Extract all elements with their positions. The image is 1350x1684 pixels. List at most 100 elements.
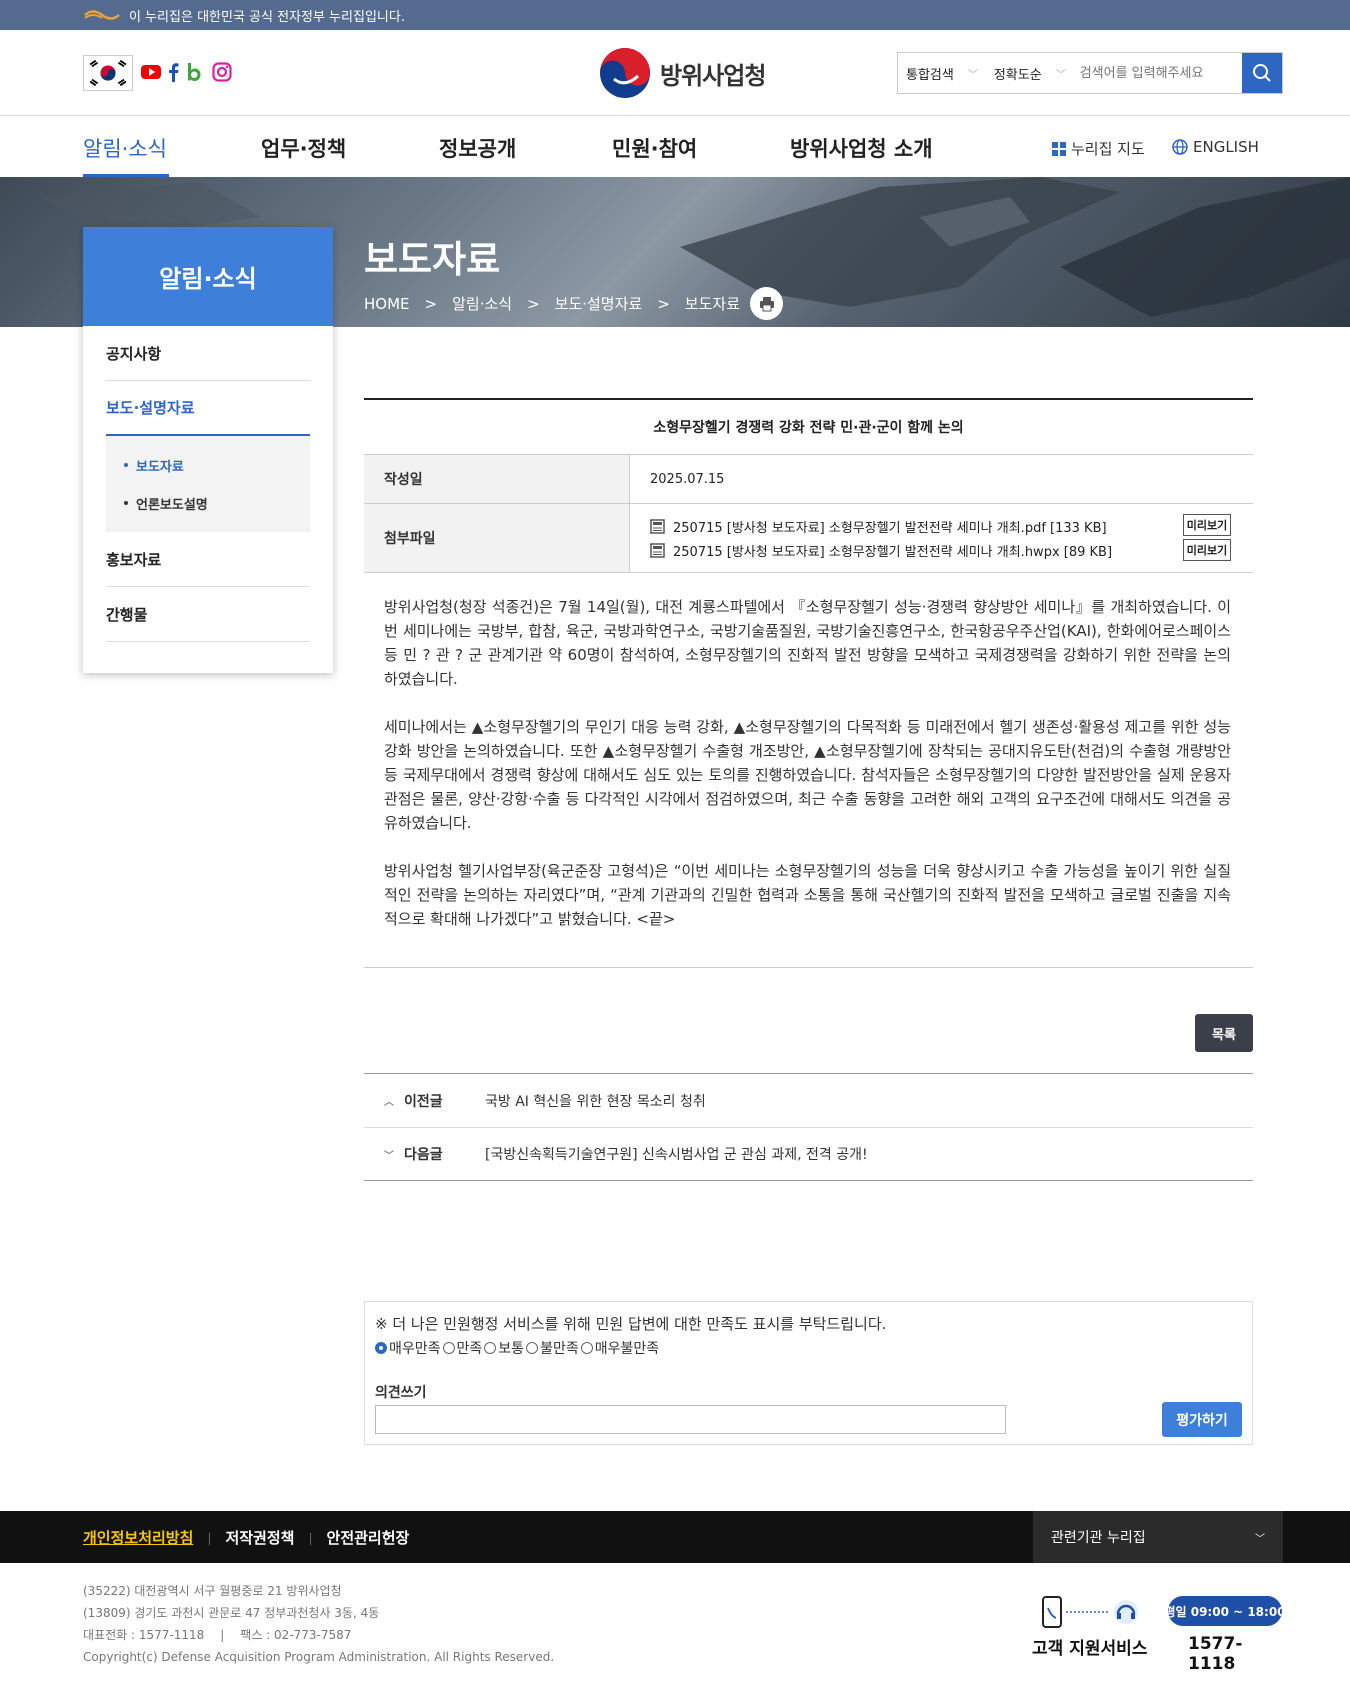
radio-very-dissatisfied[interactable]	[580, 1342, 593, 1354]
gnb-item-about[interactable]: 방위사업청 소개	[790, 133, 933, 163]
main-tel: 대표전화 : 1577-1118	[83, 1628, 205, 1642]
radio-neutral[interactable]	[484, 1342, 497, 1354]
prev-next-navigation: ︿ 이전글 국방 AI 혁신을 위한 현장 목소리 청취 ﹀ 다음글 [국방신속획득…	[364, 1073, 1253, 1181]
attach-list: 250715 [방사청 보도자료] 소형무장헬기 발전전략 세미나 개최.pdf…	[630, 504, 1253, 572]
search-icon	[1253, 64, 1271, 82]
print-icon	[759, 296, 774, 311]
article-body: 방위사업청(청장 석종건)은 7월 14일(월), 대전 계룡스파텔에서 『소형…	[364, 573, 1253, 968]
gnb-item-news[interactable]: 알림·소식	[83, 133, 167, 163]
lnb-sub-item-press-release[interactable]: 보도자료	[124, 446, 310, 484]
address-gwacheon: (13809) 경기도 과천시 관문로 47 정부과천청사 3동, 4동	[83, 1606, 380, 1620]
preview-button-pdf[interactable]: 미리보기	[1183, 514, 1231, 536]
prev-post-title[interactable]: 국방 AI 혁신을 위한 현장 목소리 청취	[485, 1091, 706, 1111]
opinion-label: 의견쓰기	[375, 1385, 427, 1401]
chevron-down-icon: ﹀	[1255, 1533, 1265, 1545]
safety-charter-link[interactable]: 안전관리헌장	[327, 1527, 410, 1548]
support-phone-icon	[1042, 1596, 1138, 1628]
copyright-policy-link[interactable]: 저작권정책	[225, 1527, 294, 1548]
main-navigation: 알림·소식 업무·정책 정보공개 민원·참여 방위사업청 소개 누리집 지도 E…	[0, 116, 1350, 177]
footer-bar: 개인정보처리방침 | 저작권정책 | 안전관리헌장 관련기관 누리집 ﹀	[0, 1511, 1350, 1563]
taegukgi-flag-icon[interactable]	[83, 55, 133, 91]
chevron-down-icon: ﹀	[967, 69, 978, 81]
radio-dissatisfied[interactable]	[526, 1342, 539, 1354]
gnb-item-civil[interactable]: 민원·참여	[612, 133, 697, 163]
gnb-item-policy[interactable]: 업무·정책	[261, 133, 346, 163]
business-hours-badge: 평일 09:00 ~ 18:00	[1164, 1596, 1286, 1626]
breadcrumb: HOME > 알림·소식 > 보도·설명자료 > 보도자료	[364, 287, 783, 320]
next-post-title[interactable]: [국방신속획득기술연구원] 신속시범사업 군 관심 과제, 전격 공개!	[485, 1144, 868, 1164]
lnb-item-publication[interactable]: 간행물	[106, 587, 310, 642]
chevron-down-icon: ﹀	[384, 1150, 394, 1162]
file-icon	[650, 542, 665, 558]
logo-text: 방위사업청	[660, 61, 766, 90]
fax: 팩스 : 02-773-7587	[240, 1628, 352, 1642]
attach-label: 첨부파일	[364, 504, 630, 572]
radio-satisfied[interactable]	[442, 1342, 455, 1354]
site-header: 방위사업청 통합검색 ﹀ 정확도순 ﹀	[0, 30, 1350, 116]
survey-options: 매우만족 만족 보통 불만족 매우불만족	[375, 1338, 1242, 1358]
instagram-icon[interactable]	[212, 62, 232, 82]
gov-banner: 이 누리집은 대한민국 공식 전자정부 누리집입니다.	[0, 0, 1350, 30]
bullet-icon	[124, 501, 128, 505]
satisfaction-survey: ※ 더 나은 민원행정 서비스를 위해 민원 답변에 대한 만족도 표시를 부탁…	[364, 1301, 1253, 1445]
address-daejeon: (35222) 대전광역시 서구 월평중로 21 방위사업청	[83, 1584, 342, 1598]
lnb-item-notice[interactable]: 공지사항	[106, 326, 310, 381]
sitemap-link[interactable]: 누리집 지도	[1052, 138, 1145, 159]
attach-file-pdf[interactable]: 250715 [방사청 보도자료] 소형무장헬기 발전전략 세미나 개최.pdf…	[650, 514, 1107, 538]
article-view: 소형무장헬기 경쟁력 강화 전략 민·관·군이 함께 논의 작성일 2025.0…	[364, 398, 1253, 1085]
breadcrumb-home[interactable]: HOME	[364, 295, 410, 313]
file-icon	[650, 518, 665, 534]
opinion-input[interactable]	[375, 1405, 1006, 1434]
dapa-emblem-icon	[600, 48, 650, 98]
article-attach-row: 첨부파일 250715 [방사청 보도자료] 소형무장헬기 발전전략 세미나 개…	[364, 504, 1253, 573]
gnb-item-disclosure[interactable]: 정보공개	[439, 133, 516, 163]
customer-support-label: 고객 지원서비스	[1032, 1639, 1148, 1659]
article-date-row: 작성일 2025.07.15	[364, 455, 1253, 504]
privacy-policy-link[interactable]: 개인정보처리방침	[83, 1527, 193, 1548]
footer-info: (35222) 대전광역시 서구 월평중로 21 방위사업청 (13809) 경…	[83, 1580, 554, 1668]
lnb-submenu: 보도자료 언론보도설명	[106, 436, 310, 532]
search-input[interactable]	[1073, 65, 1242, 81]
radio-very-satisfied[interactable]	[375, 1342, 387, 1354]
breadcrumb-news[interactable]: 알림·소식	[452, 293, 512, 314]
search-bar: 통합검색 ﹀ 정확도순 ﹀	[897, 52, 1283, 94]
search-scope-select[interactable]: 통합검색 ﹀	[898, 64, 986, 83]
prev-post[interactable]: ︿ 이전글 국방 AI 혁신을 위한 현장 목소리 청취	[364, 1074, 1253, 1127]
attach-file-hwpx[interactable]: 250715 [방사청 보도자료] 소형무장헬기 발전전략 세미나 개최.hwp…	[650, 538, 1112, 562]
breadcrumb-current[interactable]: 보도자료	[685, 293, 740, 314]
search-order-select[interactable]: 정확도순 ﹀	[986, 64, 1074, 83]
article-paragraph: 방위사업청(청장 석종건)은 7월 14일(월), 대전 계룡스파텔에서 『소형…	[384, 598, 1231, 688]
gov-banner-text: 이 누리집은 대한민국 공식 전자정부 누리집입니다.	[129, 9, 405, 25]
youtube-icon[interactable]	[141, 62, 161, 82]
article-paragraph: 세미나에서는 ▲소형무장헬기의 무인기 대응 능력 강화, ▲소형무장헬기의 다…	[384, 718, 1231, 832]
facebook-icon[interactable]	[166, 62, 180, 82]
egov-emblem-icon	[84, 10, 120, 20]
page-title: 보도자료	[364, 238, 501, 281]
article-paragraph: 방위사업청 헬기사업부장(육군준장 고형석)은 “이번 세미나는 소형무장헬기의…	[384, 862, 1231, 928]
english-link[interactable]: ENGLISH	[1172, 138, 1259, 156]
next-post[interactable]: ﹀ 다음글 [국방신속획득기술연구원] 신속시범사업 군 관심 과제, 전격 공개…	[364, 1127, 1253, 1180]
lnb-item-promotion[interactable]: 홍보자료	[106, 532, 310, 587]
preview-button-hwpx[interactable]: 미리보기	[1183, 539, 1231, 561]
footer-links: 개인정보처리방침 | 저작권정책 | 안전관리헌장	[83, 1527, 410, 1548]
lnb-sub-item-media-explanation[interactable]: 언론보도설명	[124, 484, 310, 522]
search-button[interactable]	[1242, 53, 1282, 93]
date-label: 작성일	[364, 455, 630, 503]
lnb-title: 알림·소식	[83, 227, 333, 326]
chevron-down-icon: ﹀	[1055, 69, 1066, 81]
left-navigation: 알림·소식 공지사항 보도·설명자료 보도자료 언론보도설명 홍보자료 간행물	[83, 227, 333, 673]
related-sites-select[interactable]: 관련기관 누리집 ﹀	[1033, 1511, 1283, 1563]
dapa-logo[interactable]: 방위사업청	[598, 46, 766, 100]
blog-icon[interactable]	[186, 62, 202, 82]
breadcrumb-press[interactable]: 보도·설명자료	[555, 293, 643, 314]
print-button[interactable]	[750, 287, 783, 320]
copyright: Copyright(c) Defense Acquisition Program…	[83, 1650, 555, 1664]
lnb-item-press[interactable]: 보도·설명자료	[106, 381, 310, 436]
list-button[interactable]: 목록	[1195, 1014, 1253, 1052]
date-value: 2025.07.15	[650, 471, 725, 487]
chevron-up-icon: ︿	[384, 1097, 394, 1108]
customer-support: 평일 09:00 ~ 18:00 고객 지원서비스 1577-1118	[1032, 1596, 1286, 1674]
article-title: 소형무장헬기 경쟁력 강화 전략 민·관·군이 함께 논의	[364, 398, 1253, 455]
bullet-icon	[124, 463, 128, 467]
evaluate-button[interactable]: 평가하기	[1162, 1402, 1242, 1437]
